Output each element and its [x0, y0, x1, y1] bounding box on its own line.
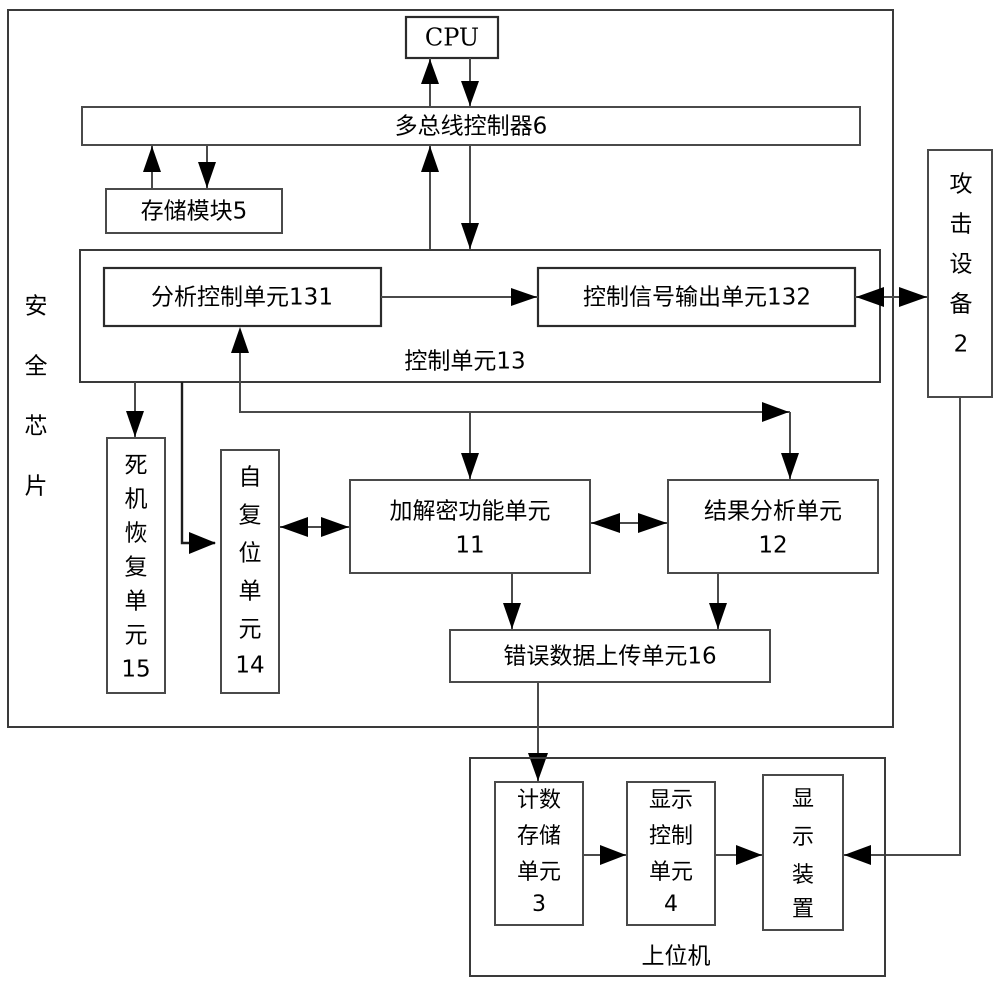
arrow-right-132-to-attack [899, 287, 927, 307]
arrow-up-bus-to-cpu [421, 59, 439, 84]
control-signal-output-unit-label: 控制信号输出单元132 [583, 285, 811, 311]
display-control-line-1: 控制 [649, 824, 693, 849]
display-control-line-0: 显示 [649, 788, 693, 813]
count-storage-line-3: 3 [532, 892, 546, 917]
arrow-up-feedback-to-131 [231, 327, 249, 353]
arrow-down-cpu-to-bus [461, 81, 479, 106]
encrypt-decrypt-unit-label-line1: 加解密功能单元 [390, 499, 551, 525]
arrow-left-attack-to-display [844, 845, 871, 865]
crash-recovery-char-1: 机 [125, 487, 148, 513]
arrow-up-storage-to-bus [143, 146, 161, 172]
security-chip-char-1: 全 [25, 354, 48, 380]
crash-recovery-char-3: 复 [125, 555, 148, 581]
arrow-down-bus-to-storage [198, 162, 216, 188]
arrow-left-result-to-encrypt [591, 513, 620, 533]
connector-control-to-self-reset [180, 382, 215, 545]
analysis-control-unit-label: 分析控制单元131 [151, 285, 333, 311]
attack-device-char-4: 2 [954, 332, 969, 358]
block-diagram-svg: CPU 多总线控制器6 存储模块5 控制单元13 分析控制单元131 控制信号输… [7, 9, 993, 977]
attack-device-char-2: 设 [950, 252, 973, 278]
control-unit-label: 控制单元13 [404, 349, 525, 375]
security-chip-char-0: 安 [25, 294, 48, 320]
cpu-label: CPU [425, 24, 479, 52]
result-analysis-unit-box [667, 479, 879, 574]
arrow-left-attack-to-132 [856, 287, 884, 307]
self-reset-char-0: 自 [239, 465, 262, 491]
crash-recovery-char-0: 死 [125, 453, 148, 479]
arrow-down-to-result-analysis [781, 453, 799, 479]
arrow-right-count-to-display-control [600, 845, 626, 865]
self-reset-char-5: 14 [235, 653, 264, 679]
diagram-canvas: CPU 多总线控制器6 存储模块5 控制单元13 分析控制单元131 控制信号输… [0, 0, 1000, 985]
arrow-down-encrypt-to-error-upload [503, 603, 521, 629]
self-reset-char-1: 复 [239, 503, 262, 529]
bus-controller-label: 多总线控制器6 [395, 114, 548, 140]
display-control-line-2: 单元 [649, 860, 693, 885]
arrow-right-encrypt-to-result [638, 513, 667, 533]
arrow-up-control-to-bus [421, 146, 439, 172]
security-chip-char-2: 芯 [25, 414, 48, 440]
crash-recovery-char-4: 单 [125, 589, 148, 615]
arrow-down-result-to-error-upload [709, 603, 727, 629]
encrypt-decrypt-unit-box [349, 479, 591, 574]
count-storage-line-1: 存储 [517, 824, 561, 849]
crash-recovery-char-5: 元 [125, 623, 148, 649]
display-control-line-3: 4 [664, 892, 678, 917]
count-storage-line-0: 计数 [517, 788, 561, 813]
display-device-char-1: 示 [792, 825, 814, 850]
connector-control-branch-bus [239, 382, 790, 413]
count-storage-line-2: 单元 [517, 860, 561, 885]
display-device-char-3: 置 [792, 897, 814, 922]
arrow-right-self-reset-to-encrypt [321, 517, 349, 537]
arrow-right-to-self-reset [189, 532, 216, 554]
self-reset-char-4: 元 [239, 617, 262, 643]
connector-attack-to-display [843, 397, 961, 856]
attack-device-char-1: 击 [950, 212, 973, 238]
crash-recovery-char-2: 恢 [125, 521, 148, 547]
host-computer-label: 上位机 [642, 944, 711, 970]
result-analysis-unit-label-line2: 12 [758, 533, 787, 559]
encrypt-decrypt-unit-label-line2: 11 [455, 533, 484, 559]
arrow-left-encrypt-to-self-reset [280, 517, 308, 537]
result-analysis-unit-label-line1: 结果分析单元 [704, 499, 842, 525]
arrow-right-131-to-132 [511, 288, 537, 306]
arrow-right-control-branch [762, 402, 789, 422]
arrow-right-display-control-to-device [736, 845, 762, 865]
arrow-down-bus-to-control [461, 223, 479, 249]
self-reset-char-2: 位 [239, 541, 262, 567]
storage-module-label: 存储模块5 [141, 199, 248, 225]
display-device-char-2: 装 [792, 863, 814, 888]
display-device-char-0: 显 [792, 787, 814, 812]
self-reset-char-3: 单 [239, 579, 262, 605]
attack-device-char-3: 备 [950, 292, 973, 318]
security-chip-char-3: 片 [25, 474, 48, 500]
crash-recovery-char-6: 15 [121, 657, 150, 683]
error-data-upload-unit-label: 错误数据上传单元16 [503, 644, 716, 670]
attack-device-char-0: 攻 [950, 172, 973, 198]
arrow-down-to-encrypt [461, 453, 479, 479]
arrow-down-to-crash-recovery [126, 411, 144, 437]
